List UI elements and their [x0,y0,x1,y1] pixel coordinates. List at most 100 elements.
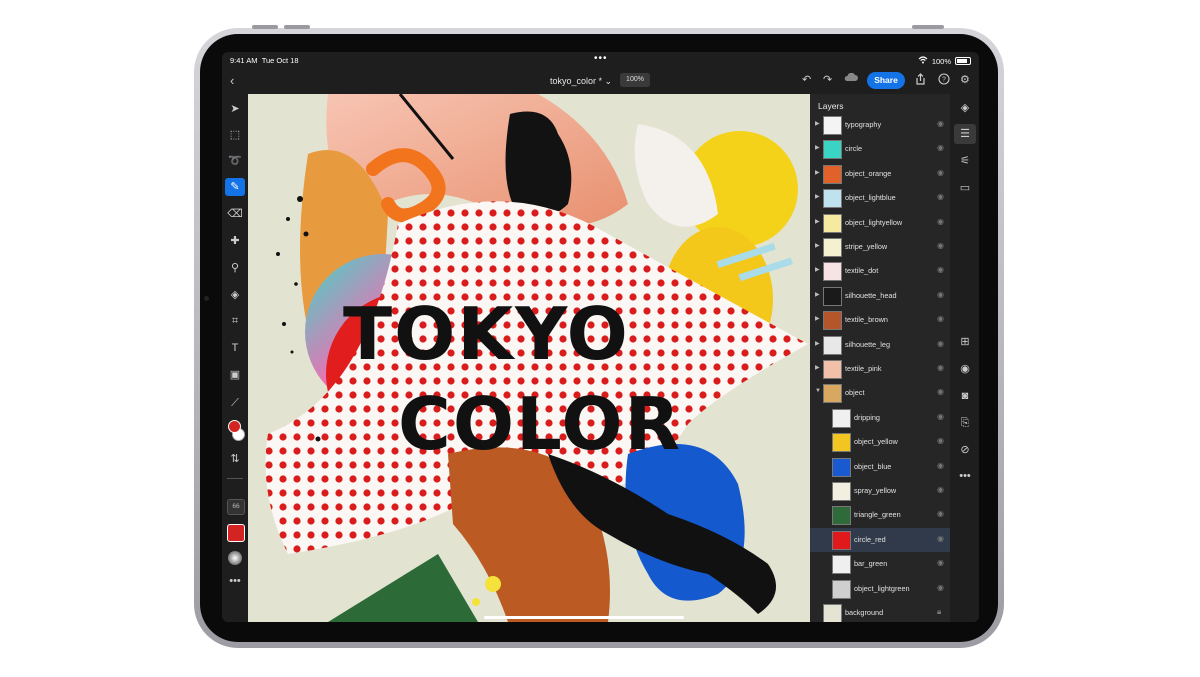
more-options-icon[interactable]: ••• [954,466,976,486]
layer-properties-icon[interactable]: ☰ [954,124,976,144]
app-screen: 9:41 AM Tue Oct 18 ••• 100% ‹ tokyo_colo… [222,52,979,622]
visibility-eye-icon[interactable]: ◉ [937,534,944,543]
type-tool-icon[interactable]: T [225,339,245,357]
mask-icon[interactable]: ◙ [954,386,976,406]
back-chevron-icon[interactable]: ‹ [230,73,234,88]
place-image-icon[interactable]: ▣ [225,366,245,384]
layers-panel-icon[interactable]: ◈ [954,98,976,118]
expand-caret-icon[interactable]: ▶ [815,291,820,298]
layer-row[interactable]: ▶ silhouette_leg ◉ [810,333,950,357]
layer-row[interactable]: object_yellow ◉ [810,430,950,454]
layer-row[interactable]: ▶ textile_brown ◉ [810,308,950,332]
clone-stamp-icon[interactable]: ⚲ [225,259,245,277]
visibility-eye-icon[interactable]: ◉ [937,192,944,201]
layer-row[interactable]: ▶ circle ◉ [810,137,950,161]
layer-row[interactable]: triangle_green ◉ [810,503,950,527]
expand-caret-icon[interactable]: ▶ [815,120,820,127]
visibility-eye-icon[interactable]: ◉ [937,119,944,128]
share-button[interactable]: Share [867,72,905,89]
visibility-eye-icon[interactable]: ◉ [937,290,944,299]
layer-name: textile_pink [845,364,882,373]
visibility-eye-icon[interactable]: ◉ [937,143,944,152]
fill-tool-icon[interactable]: ◈ [225,286,245,304]
layer-row[interactable]: spray_yellow ◉ [810,479,950,503]
expand-caret-icon[interactable]: ▶ [815,169,820,176]
visibility-eye-icon[interactable]: ◉ [937,485,944,494]
collapse-caret-icon[interactable]: ▼ [815,388,821,394]
undo-icon[interactable]: ↶ [802,73,811,86]
foreground-color-swatch[interactable] [228,420,241,433]
visibility-eye-icon[interactable]: ◉ [937,461,944,470]
visibility-eye-icon[interactable]: ◉ [937,168,944,177]
swap-colors-icon[interactable]: ⇅ [225,450,245,468]
visibility-eye-icon[interactable]: ◉ [937,217,944,226]
eyedropper-tool-icon[interactable]: ⟋ [225,394,245,412]
lasso-tool-icon[interactable]: ➰ [225,152,245,170]
multitasking-dots-icon[interactable]: ••• [594,53,608,64]
move-tool-icon[interactable]: ➤ [225,100,245,118]
layer-row[interactable]: object_lightgreen ◉ [810,577,950,601]
brush-color-swatch[interactable] [227,524,245,542]
layer-name: textile_dot [845,266,879,276]
add-layer-icon[interactable]: ⊞ [954,332,976,352]
redo-icon[interactable]: ↷ [823,73,832,86]
expand-caret-icon[interactable]: ▶ [815,242,820,249]
expand-caret-icon[interactable]: ▶ [815,218,820,225]
layer-row[interactable]: ▶ object_lightblue ◉ [810,186,950,210]
left-toolbar: ➤ ⬚ ➰ ✎ ⌫ ✚ ⚲ ◈ ⌗ T ▣ ⟋ ⇅ 66 ••• [222,94,248,622]
expand-caret-icon[interactable]: ▶ [815,364,820,371]
help-icon[interactable]: ? [938,73,950,88]
layer-row[interactable]: ▼ object ◉ [810,381,950,405]
expand-caret-icon[interactable]: ▶ [815,193,820,200]
visibility-eye-icon[interactable]: ◉ [937,339,944,348]
cloud-icon[interactable] [844,72,858,85]
expand-caret-icon[interactable]: ▶ [815,266,820,273]
layer-row[interactable]: ▶ textile_dot ◉ [810,259,950,283]
visibility-eye-icon[interactable]: ◉ [937,241,944,250]
settings-gear-icon[interactable]: ⚙ [960,73,970,86]
expand-caret-icon[interactable]: ▶ [815,340,820,347]
visibility-eye-icon[interactable]: ◉ [937,363,944,372]
zoom-level[interactable]: 100% [620,73,650,87]
transform-tool-icon[interactable]: ⬚ [225,126,245,144]
fx-icon[interactable]: ⊘ [954,440,976,460]
clip-layer-icon[interactable]: ⎘ [954,413,976,433]
expand-caret-icon[interactable]: ▶ [815,144,820,151]
layer-row[interactable]: ▶ object_orange ◉ [810,162,950,186]
visibility-eye-icon[interactable]: ◉ [937,583,944,592]
visibility-eye-icon[interactable]: ◉ [937,509,944,518]
adjustments-icon[interactable]: ⚟ [954,151,976,171]
brush-size[interactable]: 66 [227,499,245,515]
visibility-eye-icon[interactable]: ◉ [937,558,944,567]
layer-row[interactable]: ▶ textile_pink ◉ [810,357,950,381]
healing-tool-icon[interactable]: ✚ [225,232,245,250]
layer-row[interactable]: circle_red ◉ [810,527,950,552]
layer-row[interactable]: dripping ◉ [810,406,950,430]
layer-row[interactable]: background 🔒︎ [810,601,950,622]
crop-tool-icon[interactable]: ⌗ [225,312,245,330]
layer-row[interactable]: ▶ typography ◉ [810,113,950,137]
visibility-eye-icon[interactable]: ◉ [954,359,976,379]
comments-icon[interactable]: ▭ [954,178,976,198]
expand-caret-icon[interactable]: ▶ [815,315,820,322]
visibility-eye-icon[interactable]: ◉ [937,314,944,323]
brush-tool-icon[interactable]: ✎ [225,178,245,196]
brush-softness-icon[interactable] [228,551,242,565]
layer-row[interactable]: ▶ silhouette_head ◉ [810,284,950,308]
more-tools-icon[interactable]: ••• [225,572,245,590]
layer-name: object_lightgreen [854,583,910,593]
artboard-canvas[interactable]: TOKYO COLOR [248,94,810,622]
eraser-tool-icon[interactable]: ⌫ [225,205,245,223]
visibility-eye-icon[interactable]: ◉ [937,412,944,421]
layers-panel: Layers ▶ typography ◉ ▶ circle ◉ ▶ object_orang… [810,94,950,622]
layer-row[interactable]: bar_green ◉ [810,552,950,576]
document-title[interactable]: tokyo_color * ⌄ [550,76,612,87]
layer-row[interactable]: ▶ object_lightyellow ◉ [810,211,950,235]
visibility-eye-icon[interactable]: ◉ [937,265,944,274]
lock-icon[interactable]: 🔒︎ [937,607,941,617]
layer-row[interactable]: object_blue ◉ [810,455,950,479]
export-icon[interactable] [915,73,926,88]
visibility-eye-icon[interactable]: ◉ [937,436,944,445]
visibility-eye-icon[interactable]: ◉ [937,387,944,396]
layer-row[interactable]: ▶ stripe_yellow ◉ [810,235,950,259]
